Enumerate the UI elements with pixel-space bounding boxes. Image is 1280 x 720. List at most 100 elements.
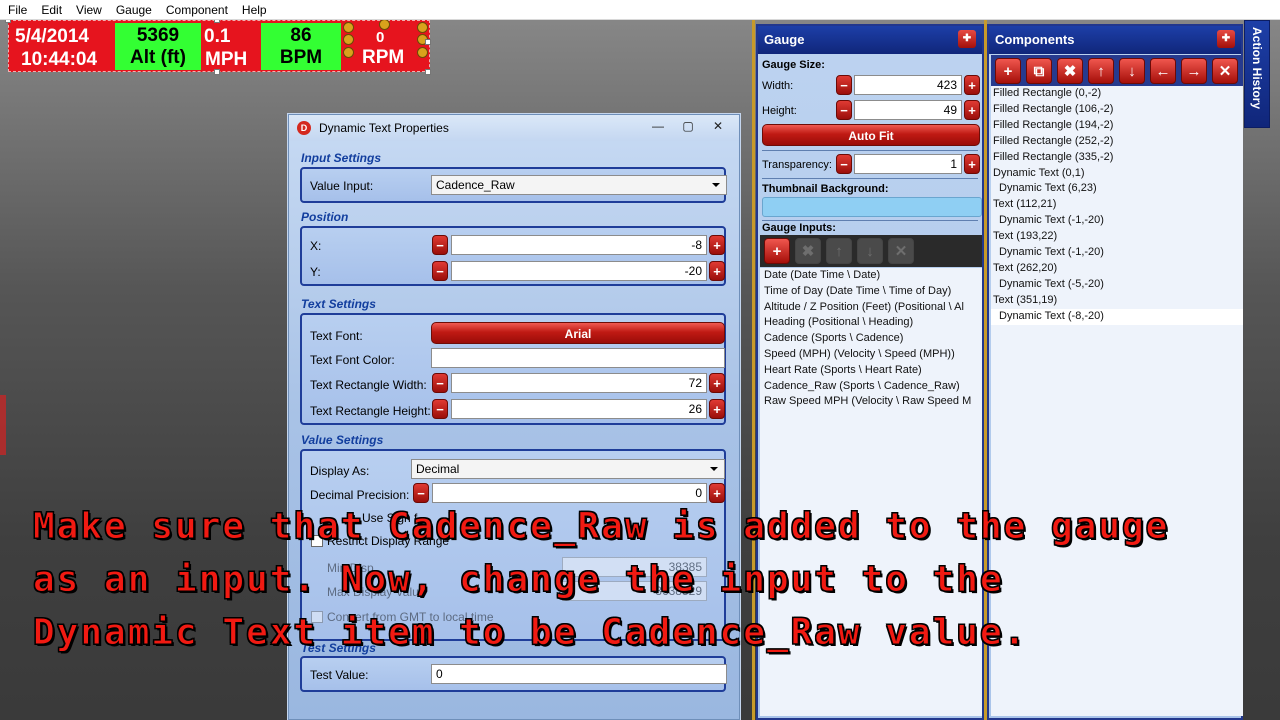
max-display-input[interactable]: 3638529: [562, 581, 707, 601]
height-increment-button[interactable]: +: [709, 399, 725, 419]
bpm-label: BPM: [279, 47, 323, 68]
min-display-input[interactable]: 38385: [562, 557, 707, 577]
add-input-icon[interactable]: +: [764, 238, 790, 264]
list-item[interactable]: Dynamic Text (-1,-20): [991, 245, 1243, 261]
gauge-width-decrement[interactable]: −: [836, 75, 852, 95]
gauge-height-decrement[interactable]: −: [836, 100, 852, 120]
value-input-select[interactable]: Cadence_Raw: [431, 175, 727, 195]
menu-view[interactable]: View: [76, 3, 102, 17]
list-item[interactable]: Raw Speed MPH (Velocity \ Raw Speed M: [760, 394, 982, 410]
list-item[interactable]: Altitude / Z Position (Feet) (Positional…: [760, 300, 982, 316]
auto-fit-button[interactable]: Auto Fit: [762, 124, 980, 146]
divider: [762, 178, 978, 179]
gauge-inputs-label: Gauge Inputs:: [762, 222, 836, 234]
width-decrement-button[interactable]: −: [432, 373, 448, 393]
components-panel-title: Components: [995, 32, 1075, 47]
panel-divider[interactable]: [752, 20, 755, 720]
list-item[interactable]: Text (351,19): [991, 293, 1243, 309]
pin-icon[interactable]: ✚: [1217, 30, 1235, 48]
x-increment-button[interactable]: +: [709, 235, 725, 255]
min-display-label: Min Disp: [327, 561, 374, 575]
use-sign-label: Use Sign f: [362, 511, 418, 525]
tools-icon[interactable]: ✖: [1057, 58, 1083, 84]
position-section: X: − -8 + Y: − -20 +: [300, 226, 726, 286]
y-input[interactable]: -20: [451, 261, 707, 281]
list-item[interactable]: Text (193,22): [991, 229, 1243, 245]
list-item[interactable]: Cadence (Sports \ Cadence): [760, 331, 982, 347]
menu-file[interactable]: File: [8, 3, 27, 17]
resize-handle[interactable]: [214, 69, 220, 75]
menu-gauge[interactable]: Gauge: [116, 3, 152, 17]
list-item-selected[interactable]: Dynamic Text (-8,-20): [991, 308, 1243, 325]
text-settings-section: Text Font: Arial Text Font Color: Text R…: [300, 313, 726, 425]
gauge-panel-header: Gauge ✚: [758, 26, 982, 54]
move-down-icon: ↓: [857, 238, 883, 264]
list-item[interactable]: Text (262,20): [991, 261, 1243, 277]
text-rect-height-label: Text Rectangle Height:: [310, 404, 431, 418]
text-font-color-swatch[interactable]: [431, 348, 725, 368]
pin-icon[interactable]: ✚: [958, 30, 976, 48]
decimal-precision-input[interactable]: 0: [432, 483, 707, 503]
convert-gmt-checkbox[interactable]: [311, 611, 323, 623]
precision-decrement-button[interactable]: −: [413, 483, 429, 503]
x-input[interactable]: -8: [451, 235, 707, 255]
move-down-icon[interactable]: ↓: [1119, 58, 1145, 84]
list-item[interactable]: Dynamic Text (-1,-20): [991, 213, 1243, 229]
gauge-height-increment[interactable]: +: [964, 100, 980, 120]
display-as-select[interactable]: Decimal: [411, 459, 725, 479]
restrict-range-checkbox[interactable]: [311, 535, 323, 547]
move-left-icon[interactable]: ←: [1150, 58, 1176, 84]
close-icon[interactable]: ✕: [703, 117, 733, 135]
gauge-panel-title: Gauge: [764, 32, 805, 47]
list-item[interactable]: Filled Rectangle (194,-2): [991, 118, 1243, 134]
list-item[interactable]: Text (112,21): [991, 197, 1243, 213]
gauge-preview[interactable]: 5/4/2014 10:44:04 5369 Alt (ft) 0.1 MPH …: [5, 17, 431, 75]
list-item[interactable]: Dynamic Text (-5,-20): [991, 277, 1243, 293]
list-item[interactable]: Dynamic Text (0,1): [991, 166, 1243, 182]
list-item[interactable]: Heart Rate (Sports \ Heart Rate): [760, 363, 982, 379]
y-increment-button[interactable]: +: [709, 261, 725, 281]
height-decrement-button[interactable]: −: [432, 399, 448, 419]
list-item[interactable]: Heading (Positional \ Heading): [760, 315, 982, 331]
x-decrement-button[interactable]: −: [432, 235, 448, 255]
delete-icon[interactable]: ✕: [1212, 58, 1238, 84]
resize-handle[interactable]: [425, 69, 431, 75]
transparency-decrement[interactable]: −: [836, 154, 852, 174]
precision-increment-button[interactable]: +: [709, 483, 725, 503]
add-component-icon[interactable]: +: [995, 58, 1021, 84]
menu-edit[interactable]: Edit: [41, 3, 62, 17]
gauge-width-input[interactable]: 423: [854, 75, 962, 95]
cadence-value: 0: [376, 29, 385, 46]
list-item[interactable]: Filled Rectangle (106,-2): [991, 102, 1243, 118]
maximize-icon[interactable]: ▢: [673, 117, 703, 135]
menu-component[interactable]: Component: [166, 3, 228, 17]
resize-handle[interactable]: [425, 39, 431, 45]
transparency-input[interactable]: 1: [854, 154, 962, 174]
list-item[interactable]: Cadence_Raw (Sports \ Cadence_Raw): [760, 379, 982, 395]
text-font-button[interactable]: Arial: [431, 322, 725, 344]
duplicate-icon[interactable]: ⧉: [1026, 58, 1052, 84]
list-item[interactable]: Speed (MPH) (Velocity \ Speed (MPH)): [760, 347, 982, 363]
text-rect-height-input[interactable]: 26: [451, 399, 707, 419]
y-decrement-button[interactable]: −: [432, 261, 448, 281]
minimize-icon[interactable]: —: [643, 117, 673, 135]
list-item[interactable]: Filled Rectangle (335,-2): [991, 150, 1243, 166]
list-item[interactable]: Dynamic Text (6,23): [991, 181, 1243, 197]
text-font-label: Text Font:: [310, 329, 363, 343]
list-item[interactable]: Time of Day (Date Time \ Time of Day): [760, 284, 982, 300]
test-value-input[interactable]: 0: [431, 664, 727, 684]
dialog-titlebar[interactable]: D Dynamic Text Properties — ▢ ✕: [289, 115, 739, 141]
action-history-tab[interactable]: Action History: [1244, 20, 1270, 128]
list-item[interactable]: Date (Date Time \ Date): [760, 268, 982, 284]
menu-help[interactable]: Help: [242, 3, 267, 17]
thumbnail-background-swatch[interactable]: [762, 197, 982, 217]
gauge-height-input[interactable]: 49: [854, 100, 962, 120]
transparency-increment[interactable]: +: [964, 154, 980, 174]
list-item[interactable]: Filled Rectangle (252,-2): [991, 134, 1243, 150]
width-increment-button[interactable]: +: [709, 373, 725, 393]
move-up-icon[interactable]: ↑: [1088, 58, 1114, 84]
gauge-width-increment[interactable]: +: [964, 75, 980, 95]
text-rect-width-input[interactable]: 72: [451, 373, 707, 393]
move-right-icon[interactable]: →: [1181, 58, 1207, 84]
list-item[interactable]: Filled Rectangle (0,-2): [991, 86, 1243, 102]
